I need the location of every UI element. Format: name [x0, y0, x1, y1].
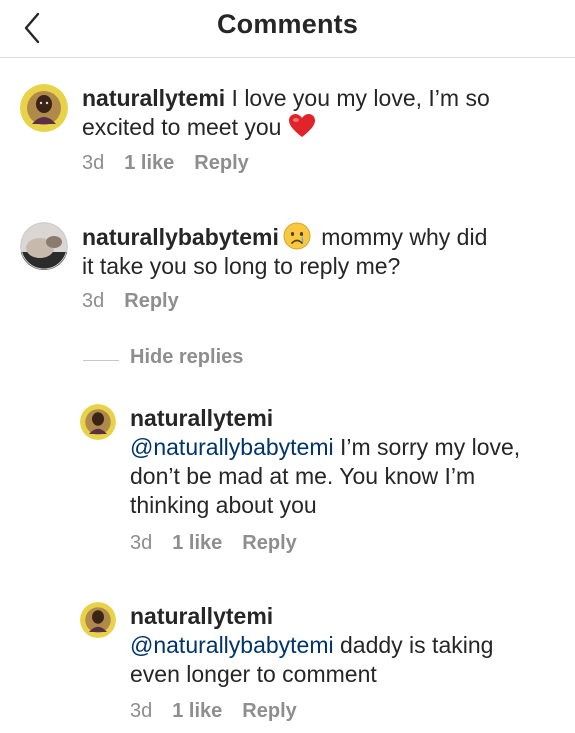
comment-time: 3d [82, 152, 105, 174]
avatar[interactable] [20, 84, 68, 132]
reply-button[interactable]: Reply [242, 700, 296, 722]
reply-time: 3d [130, 700, 153, 722]
comment-meta: 3d 1 like Reply [82, 152, 269, 175]
avatar[interactable] [80, 404, 116, 440]
hide-replies-label[interactable]: Hide replies [130, 346, 243, 369]
comment-text: naturallybabytemi mommy why did it take … [82, 222, 502, 281]
avatar[interactable] [20, 222, 68, 270]
reply-time: 3d [130, 532, 153, 554]
like-count[interactable]: 1 like [124, 152, 174, 174]
reply-text: naturallytemi @naturallybabytemi daddy i… [130, 602, 510, 689]
avatar[interactable] [80, 602, 116, 638]
reply-meta: 3d 1 like Reply [130, 532, 317, 555]
crying-face-icon [283, 222, 311, 250]
reply-username[interactable]: naturallytemi [130, 404, 530, 433]
reply-button[interactable]: Reply [242, 532, 296, 554]
comment-time: 3d [82, 290, 105, 312]
reply-meta: 3d 1 like Reply [130, 700, 317, 723]
red-heart-icon [288, 113, 316, 139]
divider [83, 360, 119, 361]
like-count[interactable]: 1 like [172, 700, 222, 722]
reply-username[interactable]: naturallytemi [130, 602, 510, 631]
comment-meta: 3d Reply [82, 290, 199, 313]
reply-text: naturallytemi @naturallybabytemi I’m sor… [130, 404, 530, 520]
comment-text: naturallytemi I love you my love, I’m so… [82, 84, 522, 142]
comment-username[interactable]: naturallybabytemi [82, 224, 279, 250]
mention-link[interactable]: @naturallybabytemi [130, 434, 334, 460]
like-count[interactable]: 1 like [172, 532, 222, 554]
comment-username[interactable]: naturallytemi [82, 85, 225, 111]
mention-link[interactable]: @naturallybabytemi [130, 632, 334, 658]
reply-button[interactable]: Reply [124, 290, 178, 312]
reply-button[interactable]: Reply [194, 152, 248, 174]
comments-header: Comments [0, 0, 575, 58]
page-title: Comments [216, 9, 359, 39]
